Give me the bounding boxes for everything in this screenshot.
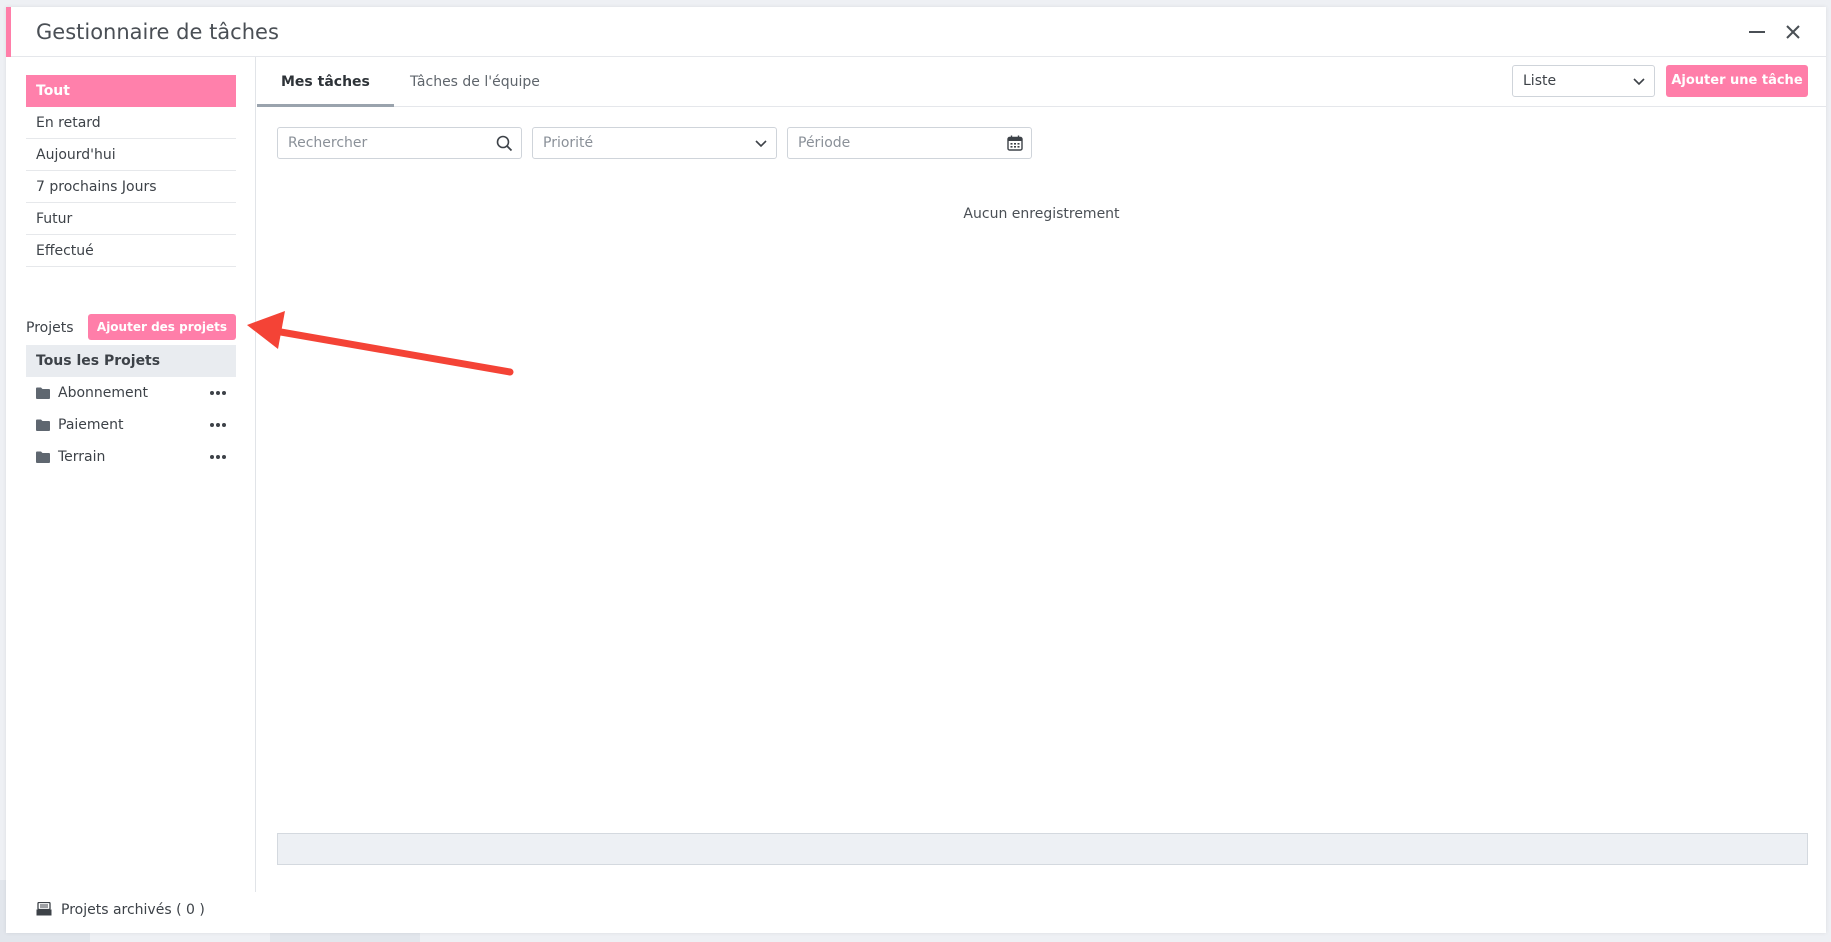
filter-future[interactable]: Futur [26,203,236,235]
project-item[interactable]: Terrain [26,441,236,473]
project-name: Paiement [58,417,124,433]
add-projects-button[interactable]: Ajouter des projets [87,314,236,340]
more-dots-icon[interactable] [208,377,228,409]
title-bar: Gestionnaire de tâches [6,7,1826,57]
project-name: Terrain [58,449,106,465]
folder-icon [36,419,50,431]
calendar-icon[interactable] [1007,135,1023,151]
priority-placeholder: Priorité [543,135,594,151]
chevron-down-icon [755,140,767,148]
projects-header: Projets Ajouter des projets [26,314,236,342]
period-input[interactable] [798,129,978,157]
filters-row: Priorité [277,127,1077,159]
filter-list: Tout En retard Aujourd'hui 7 prochains J… [26,75,236,267]
tabs-bar: Mes tâches Tâches de l'équipe Liste Ajou… [257,57,1826,107]
filter-next-7-days[interactable]: 7 prochains Jours [26,171,236,203]
view-select[interactable]: Liste [1512,65,1655,97]
main-panel: Mes tâches Tâches de l'équipe Liste Ajou… [257,57,1826,892]
filter-done[interactable]: Effectué [26,235,236,267]
filter-overdue[interactable]: En retard [26,107,236,139]
all-projects-item[interactable]: Tous les Projets [26,345,236,377]
window-title: Gestionnaire de tâches [36,20,279,44]
folder-icon [36,451,50,463]
pagination-bar [277,833,1808,865]
projects-label: Projets [26,320,74,336]
filter-all[interactable]: Tout [26,75,236,107]
close-icon [1786,25,1800,39]
minimize-button[interactable] [1746,21,1768,43]
chevron-down-icon [1633,78,1645,86]
search-input[interactable] [288,129,468,157]
add-task-button[interactable]: Ajouter une tâche [1666,65,1808,97]
more-dots-icon[interactable] [208,409,228,441]
period-field [787,127,1032,159]
priority-select[interactable]: Priorité [532,127,777,159]
search-field [277,127,522,159]
close-button[interactable] [1782,21,1804,43]
project-item[interactable]: Paiement [26,409,236,441]
filter-today[interactable]: Aujourd'hui [26,139,236,171]
sidebar: Tout En retard Aujourd'hui 7 prochains J… [6,57,256,892]
task-manager-window: Gestionnaire de tâches Tout En retard Au… [6,7,1826,933]
search-icon[interactable] [496,135,513,152]
title-accent [6,7,11,57]
project-name: Abonnement [58,385,149,401]
more-dots-icon[interactable] [208,441,228,473]
minimize-icon [1749,31,1765,33]
view-select-value: Liste [1523,73,1557,89]
empty-message: Aucun enregistrement [963,206,1120,222]
archived-projects-label: Projets archivés ( 0 ) [61,902,205,918]
tab-my-tasks[interactable]: Mes tâches [257,57,394,107]
folder-icon [36,387,50,399]
project-list: Tous les Projets Abonnement Paiement Ter… [26,345,236,473]
archive-icon [36,902,52,916]
tab-team-tasks[interactable]: Tâches de l'équipe [386,57,564,107]
project-item[interactable]: Abonnement [26,377,236,409]
